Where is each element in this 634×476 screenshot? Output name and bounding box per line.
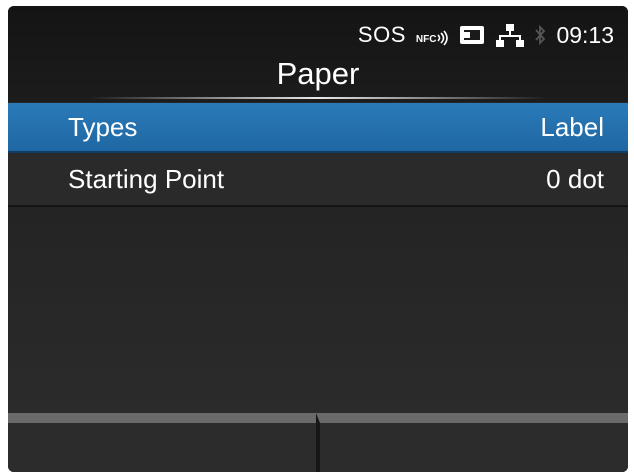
- nfc-label: NFC: [415, 34, 437, 45]
- softkey-left[interactable]: [8, 413, 316, 472]
- softkey-bar: [8, 413, 628, 472]
- nfc-icon: NFC: [416, 23, 449, 47]
- menu-list: Types Label Starting Point 0 dot: [8, 103, 628, 207]
- nfc-waves-icon: [437, 30, 449, 46]
- status-bar: SOS NFC 09:13: [358, 20, 614, 50]
- menu-item-value: 0 dot: [546, 163, 604, 194]
- title-underline: [88, 97, 548, 99]
- network-icon: [496, 24, 525, 47]
- page-title: Paper: [276, 56, 360, 91]
- clock: 09:13: [556, 21, 614, 48]
- empty-list-area: [8, 207, 628, 413]
- sos-indicator: SOS: [357, 22, 406, 47]
- menu-item-types[interactable]: Types Label: [8, 103, 628, 153]
- menu-item-value: Label: [540, 111, 604, 142]
- menu-item-label: Starting Point: [68, 163, 225, 194]
- bluetooth-icon: [535, 24, 546, 46]
- menu-item-label: Types: [68, 111, 138, 142]
- printer-display: SOS NFC 09:13 Paper Types Label Starting…: [8, 6, 628, 472]
- menu-item-starting-point[interactable]: Starting Point 0 dot: [8, 153, 628, 207]
- softkey-right[interactable]: [316, 413, 628, 472]
- header: SOS NFC 09:13 Paper: [8, 6, 628, 102]
- sd-card-icon: [460, 26, 485, 44]
